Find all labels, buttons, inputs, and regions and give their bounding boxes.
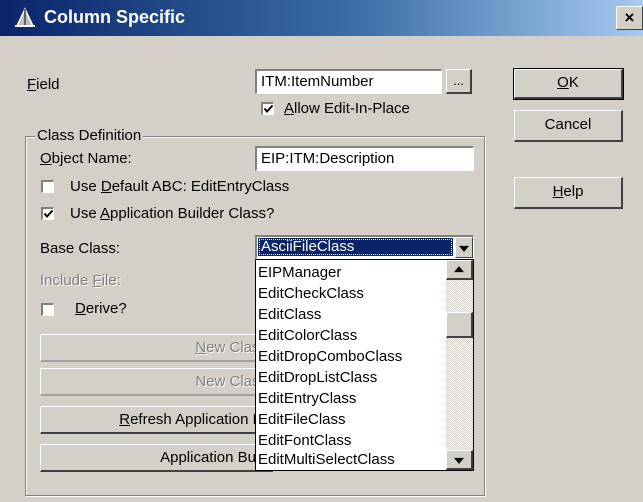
dropdown-scrollbar[interactable] [446, 260, 473, 470]
new-class-button[interactable]: New Class [40, 334, 273, 362]
close-button[interactable]: × [616, 6, 643, 30]
list-item[interactable]: EditFontClass [258, 430, 351, 451]
chevron-down-icon [454, 457, 464, 464]
check-mark-icon [43, 209, 54, 219]
object-name-label: Object Name: [40, 150, 132, 167]
use-app-builder-class-checkbox[interactable] [41, 207, 54, 220]
refresh-app-builder-button[interactable]: Refresh Application Bu [40, 406, 273, 434]
ok-button[interactable]: OK [513, 68, 624, 100]
cancel-button[interactable]: Cancel [514, 110, 623, 142]
object-name-input[interactable]: EIP:ITM:Description [255, 146, 474, 171]
field-input[interactable]: ITM:ItemNumber [255, 69, 442, 94]
check-mark-icon [263, 104, 274, 114]
new-class-button-2[interactable]: New Class [40, 368, 273, 396]
list-item[interactable]: EditClass [258, 304, 321, 325]
base-class-combo[interactable]: AsciiFileClass [255, 235, 474, 259]
derive-checkbox[interactable] [41, 303, 54, 316]
app-builder-button[interactable]: Application Build [40, 444, 273, 472]
use-default-abc-checkbox[interactable] [41, 180, 54, 193]
title-bar[interactable]: Column Specific × [0, 0, 643, 36]
list-item[interactable]: EditDropListClass [258, 367, 377, 388]
chevron-up-icon [454, 265, 464, 272]
base-class-dropdown-list[interactable]: EIPManager EditCheckClass EditClass Edit… [255, 259, 474, 471]
window-title: Column Specific [44, 7, 186, 27]
list-item[interactable]: EditEntryClass [258, 388, 356, 409]
help-button[interactable]: Help [514, 177, 623, 209]
allow-edit-in-place-label: Allow Edit-In-Place [284, 100, 410, 117]
list-item[interactable]: EIPManager [258, 262, 341, 283]
scroll-down-button[interactable] [446, 450, 473, 470]
close-icon: × [624, 8, 635, 27]
use-app-builder-class-label: Use Application Builder Class? [70, 205, 275, 222]
list-item[interactable]: EditCheckClass [258, 283, 364, 304]
use-default-abc-label: Use Default ABC: EditEntryClass [70, 178, 290, 195]
field-browse-button[interactable]: ... [446, 69, 472, 94]
chevron-down-icon [459, 245, 469, 252]
app-tent-icon [15, 7, 35, 27]
list-item[interactable]: EditDropComboClass [258, 346, 402, 367]
include-file-label: Include File: [40, 272, 121, 289]
base-class-label: Base Class: [40, 240, 121, 257]
derive-label: Derive? [75, 300, 127, 317]
list-item[interactable]: EditColorClass [258, 325, 357, 346]
field-label: Field [27, 76, 60, 93]
class-definition-title: Class Definition [35, 127, 144, 145]
list-item[interactable]: EditMultiSelectClass [258, 451, 395, 469]
column-specific-dialog: Column Specific × Field ITM:ItemNumber .… [0, 0, 643, 502]
scroll-up-button[interactable] [446, 260, 473, 280]
base-class-selected: AsciiFileClass [258, 238, 453, 256]
list-item[interactable]: EditFileClass [258, 409, 346, 430]
scroll-thumb[interactable] [446, 312, 473, 338]
allow-edit-in-place-checkbox[interactable] [261, 102, 274, 115]
combo-dropdown-button[interactable] [455, 237, 473, 258]
